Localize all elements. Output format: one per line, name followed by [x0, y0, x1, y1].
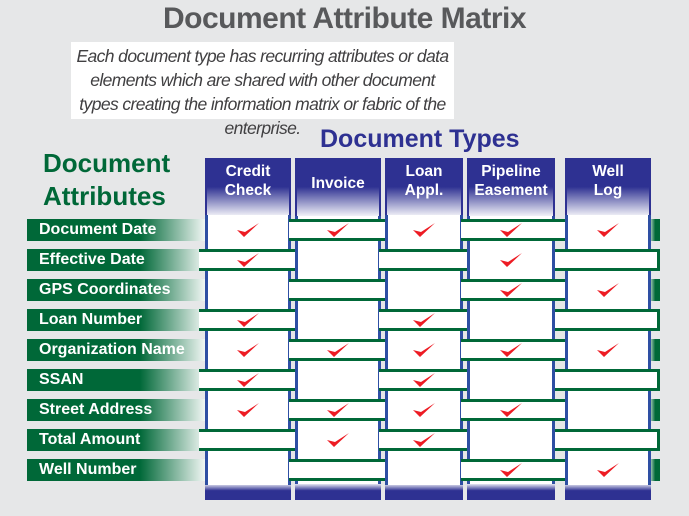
checkmark-icon [499, 251, 523, 269]
checkmark-icon [499, 341, 523, 359]
checkmark-icon [236, 221, 260, 239]
checkmark-icon [412, 221, 436, 239]
checkmark-icon [596, 341, 620, 359]
matrix-cell [385, 275, 463, 305]
column-header-well-log: Well Log [565, 158, 651, 218]
matrix-cell [199, 429, 297, 451]
matrix-cell [295, 245, 381, 275]
column-footer [565, 483, 651, 500]
matrix-cell [295, 365, 381, 395]
matrix-cell [295, 305, 381, 335]
matrix-cell [559, 369, 657, 391]
matrix-cell [565, 395, 651, 425]
checkmark-icon [236, 311, 260, 329]
checkmark-icon [412, 431, 436, 449]
row-label-gps-coordinates: GPS Coordinates [27, 279, 209, 301]
checkmark-icon [326, 401, 350, 419]
checkmark-icon [596, 221, 620, 239]
row-label-effective-date: Effective Date [27, 249, 209, 271]
checkmark-icon [499, 221, 523, 239]
column-header-loan-appl: Loan Appl. [385, 158, 463, 218]
row-label-total-amount: Total Amount [27, 429, 209, 451]
checkmark-icon [412, 341, 436, 359]
column-header-credit-check: Credit Check [205, 158, 291, 218]
column-header-line: Log [593, 182, 623, 199]
matrix-cell [289, 279, 387, 301]
column-footer [385, 483, 463, 500]
matrix-cell [467, 305, 555, 335]
matrix-cell [379, 249, 469, 271]
column-header-line: Pipeline [481, 163, 541, 180]
row-label-ssan: SSAN [27, 369, 209, 391]
checkmark-icon [236, 401, 260, 419]
checkmark-icon [499, 401, 523, 419]
column-footer [295, 483, 381, 500]
column-footer [205, 483, 291, 500]
column-footer [467, 483, 555, 500]
row-label-loan-number: Loan Number [27, 309, 209, 331]
checkmark-icon [499, 281, 523, 299]
checkmark-icon [412, 311, 436, 329]
column-header-line: Well [592, 163, 624, 180]
checkmark-icon [412, 371, 436, 389]
row-label-well-number: Well Number [27, 459, 209, 481]
matrix-cell [559, 249, 657, 271]
column-header-pipeline-easement: Pipeline Easement [467, 158, 555, 218]
matrix-cell [467, 425, 555, 455]
checkmark-icon [596, 281, 620, 299]
checkmark-icon [326, 341, 350, 359]
checkmark-icon [499, 461, 523, 479]
row-label-organization-name: Organization Name [27, 339, 209, 361]
matrix-cell [467, 365, 555, 395]
checkmark-icon [236, 371, 260, 389]
checkmark-icon [236, 251, 260, 269]
matrix-cell [205, 275, 291, 305]
matrix-cell [559, 429, 657, 451]
matrix-cell [289, 459, 387, 481]
column-header-line: Check [224, 182, 272, 199]
column-header-line: Appl. [404, 182, 444, 199]
row-label-street-address: Street Address [27, 399, 209, 421]
column-header-invoice: Invoice [295, 158, 381, 218]
checkmark-icon [326, 221, 350, 239]
attribute-matrix: Credit Check Invoice Loan Appl. Pipeline Easem… [0, 0, 689, 516]
checkmark-icon [326, 431, 350, 449]
column-header-line: Invoice [311, 175, 365, 192]
matrix-cell [385, 455, 463, 485]
matrix-cell [559, 309, 657, 331]
checkmark-icon [596, 461, 620, 479]
matrix-cell [205, 455, 291, 485]
column-header-line: Loan [405, 163, 443, 180]
checkmark-icon [236, 341, 260, 359]
column-header-line: Easement [474, 182, 548, 199]
row-label-document-date: Document Date [27, 219, 209, 241]
column-header-line: Credit [225, 163, 271, 180]
checkmark-icon [412, 401, 436, 419]
